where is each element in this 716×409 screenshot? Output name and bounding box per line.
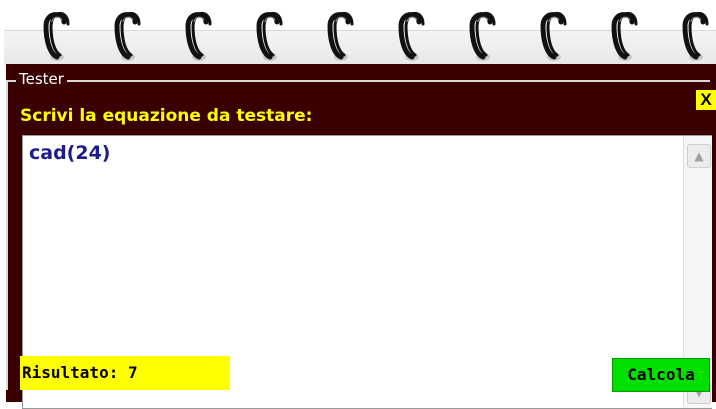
fieldset-border-top bbox=[12, 80, 710, 82]
spiral-ring-icon bbox=[466, 8, 500, 64]
tester-panel: Tester X Scrivi la equazione da testare:… bbox=[6, 64, 716, 409]
spiral-ring-icon bbox=[111, 8, 145, 64]
spiral-ring-icon bbox=[679, 8, 713, 64]
spiral-ring-icon bbox=[395, 8, 429, 64]
spiral-ring-icon bbox=[40, 8, 74, 64]
scroll-up-icon[interactable]: ▲ bbox=[687, 144, 711, 168]
close-button[interactable]: X bbox=[696, 90, 716, 110]
spiral-ring-icon bbox=[182, 8, 216, 64]
tester-legend: Tester bbox=[16, 69, 67, 89]
fieldset-border-left bbox=[6, 80, 8, 390]
equation-prompt-label: Scrivi la equazione da testare: bbox=[20, 106, 313, 126]
result-output: Risultato: 7 bbox=[20, 356, 230, 390]
notebook-rings-header bbox=[0, 0, 716, 66]
spiral-ring-icon bbox=[537, 8, 571, 64]
spiral-ring-icon bbox=[608, 8, 642, 64]
calcola-button[interactable]: Calcola bbox=[612, 358, 710, 392]
spiral-ring-icon bbox=[324, 8, 358, 64]
spiral-ring-icon bbox=[253, 8, 287, 64]
